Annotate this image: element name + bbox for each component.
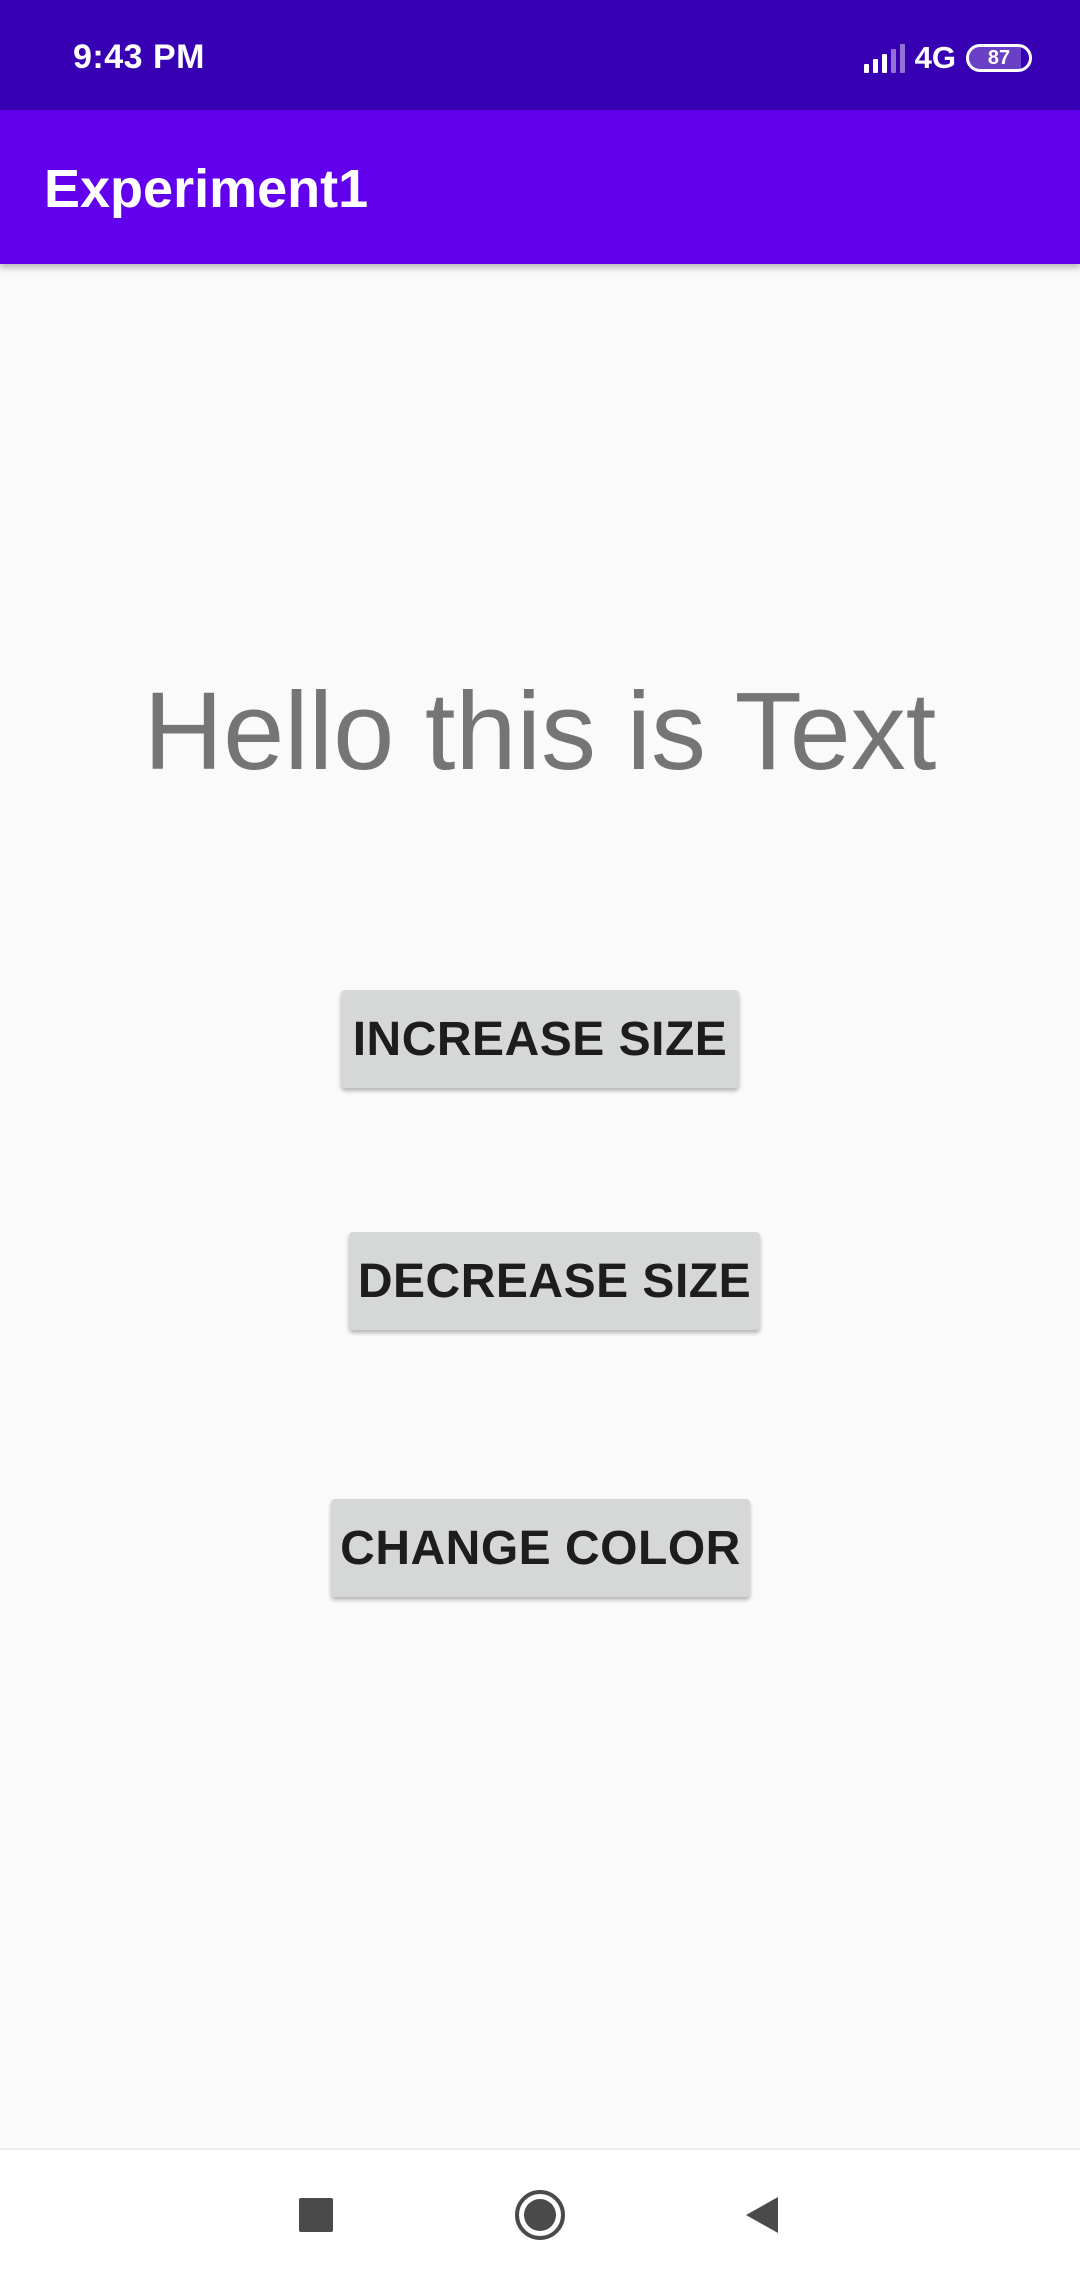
signal-icon — [863, 43, 905, 73]
home-button[interactable] — [500, 2180, 580, 2250]
increase-size-button[interactable]: INCREASE SIZE — [341, 990, 739, 1088]
back-icon — [746, 2197, 778, 2233]
battery-icon: 87 — [966, 44, 1032, 72]
display-text: Hello this is Text — [143, 670, 937, 793]
app-bar: Experiment1 — [0, 110, 1080, 264]
recents-button[interactable] — [276, 2180, 356, 2250]
app-title: Experiment1 — [44, 159, 369, 219]
decrease-size-button[interactable]: DECREASE SIZE — [349, 1232, 760, 1330]
navigation-bar — [0, 2148, 1080, 2280]
battery-level: 87 — [987, 46, 1011, 69]
back-button[interactable] — [722, 2180, 802, 2250]
app-screen: 9:43 PM 4G 87 Experiment1 Hello this is … — [0, 0, 1080, 2280]
network-type-label: 4G — [914, 40, 956, 75]
status-bar: 9:43 PM 4G 87 — [0, 0, 1080, 110]
status-indicators: 4G 87 — [863, 38, 1032, 78]
recents-icon — [299, 2198, 333, 2232]
home-icon — [515, 2190, 565, 2240]
change-color-button[interactable]: CHANGE COLOR — [331, 1499, 750, 1597]
status-time: 9:43 PM — [73, 38, 205, 76]
